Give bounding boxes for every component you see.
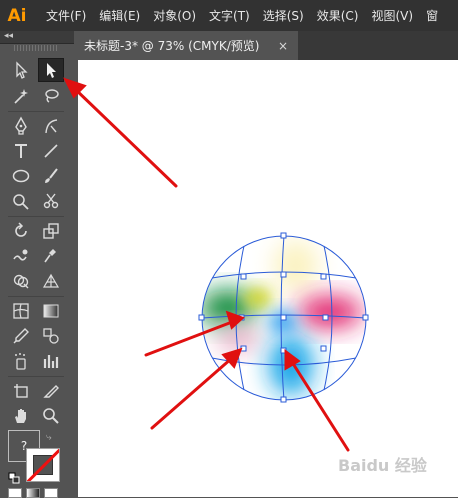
symbol-sprayer-icon[interactable] (8, 349, 34, 373)
stroke-inner (33, 455, 53, 475)
menu-view[interactable]: 视图(V) (371, 7, 413, 24)
blend-icon[interactable] (38, 324, 64, 348)
ellipse-icon[interactable] (8, 164, 34, 188)
mesh-sphere-artwork[interactable] (78, 60, 458, 497)
toolbar-divider (8, 216, 64, 217)
document-tab[interactable]: 未标题-3* @ 73% (CMYK/预览) × (74, 31, 298, 60)
paintbrush-icon[interactable] (38, 164, 64, 188)
color-controls: ? ⤷ (2, 426, 70, 498)
scale-icon[interactable] (38, 219, 64, 243)
default-colors-icon[interactable] (8, 472, 20, 484)
pen-icon[interactable] (8, 114, 34, 138)
document-tab-title: 未标题-3* @ 73% (CMYK/预览) (84, 39, 260, 53)
mesh-icon[interactable] (8, 299, 34, 323)
menu-select[interactable]: 选择(S) (263, 7, 304, 24)
baidu-watermark: Baidu 经验 (338, 456, 427, 475)
document-tab-bar: 未标题-3* @ 73% (CMYK/预览) × (74, 31, 458, 60)
gradient-icon[interactable] (38, 299, 64, 323)
eyedropper-icon[interactable] (8, 324, 34, 348)
warp-icon[interactable] (8, 244, 34, 268)
perspective-grid-icon[interactable] (38, 269, 64, 293)
curvature-icon[interactable] (38, 114, 64, 138)
lasso-icon[interactable] (38, 84, 64, 108)
column-graph-icon[interactable] (38, 349, 64, 373)
artboard-icon[interactable] (8, 379, 34, 403)
zoom-icon[interactable] (38, 404, 64, 428)
type-icon[interactable] (8, 139, 34, 163)
menu-window[interactable]: 窗 (426, 7, 438, 24)
app-logo: Ai (7, 5, 27, 26)
hand-icon[interactable] (8, 404, 34, 428)
menu-file[interactable]: 文件(F) (46, 7, 86, 24)
toolbar-divider (8, 376, 64, 377)
menu-effect[interactable]: 效果(C) (317, 7, 359, 24)
collapse-icon[interactable]: ◂◂ (4, 31, 13, 41)
menu-edit[interactable]: 编辑(E) (99, 7, 140, 24)
menu-type[interactable]: 文字(T) (209, 7, 250, 24)
toolbar-divider (8, 296, 64, 297)
scissors-icon[interactable] (38, 189, 64, 213)
puppet-warp-icon[interactable] (38, 244, 64, 268)
direct-selection-tool-icon[interactable] (38, 58, 64, 82)
close-icon[interactable]: × (278, 39, 288, 53)
magic-wand-icon[interactable] (8, 84, 34, 108)
menu-object[interactable]: 对象(O) (153, 7, 196, 24)
line-segment-icon[interactable] (38, 139, 64, 163)
artboard-canvas[interactable] (78, 60, 458, 497)
shaper-icon[interactable] (8, 189, 34, 213)
rotate-icon[interactable] (8, 219, 34, 243)
stroke-color-swatch[interactable] (26, 448, 60, 482)
swap-colors-icon[interactable]: ⤷ (46, 432, 52, 443)
tools-panel: ? ⤷ (2, 44, 70, 498)
menu-items: 文件(F) 编辑(E) 对象(O) 文字(T) 选择(S) 效果(C) 视图(V… (34, 0, 438, 31)
toolbar-divider (8, 111, 64, 112)
shape-builder-icon[interactable] (8, 269, 34, 293)
menu-bar: Ai 文件(F) 编辑(E) 对象(O) 文字(T) 选择(S) 效果(C) 视… (0, 0, 458, 31)
selection-tool-icon[interactable] (8, 58, 34, 82)
toolbar-header: ◂◂ (0, 31, 74, 44)
panel-grip[interactable] (14, 45, 58, 51)
slice-icon[interactable] (38, 379, 64, 403)
